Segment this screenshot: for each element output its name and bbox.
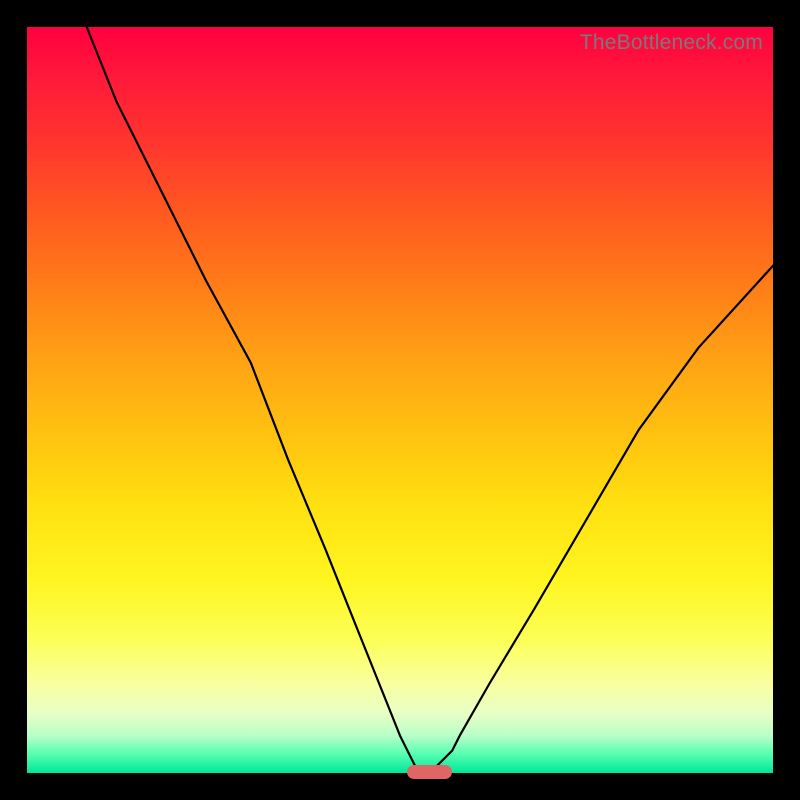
- optimal-range-marker: [407, 765, 452, 779]
- chart-frame: TheBottleneck.com: [0, 0, 800, 800]
- curve-path: [87, 27, 773, 773]
- bottleneck-curve: [27, 27, 773, 773]
- plot-area: TheBottleneck.com: [27, 27, 773, 773]
